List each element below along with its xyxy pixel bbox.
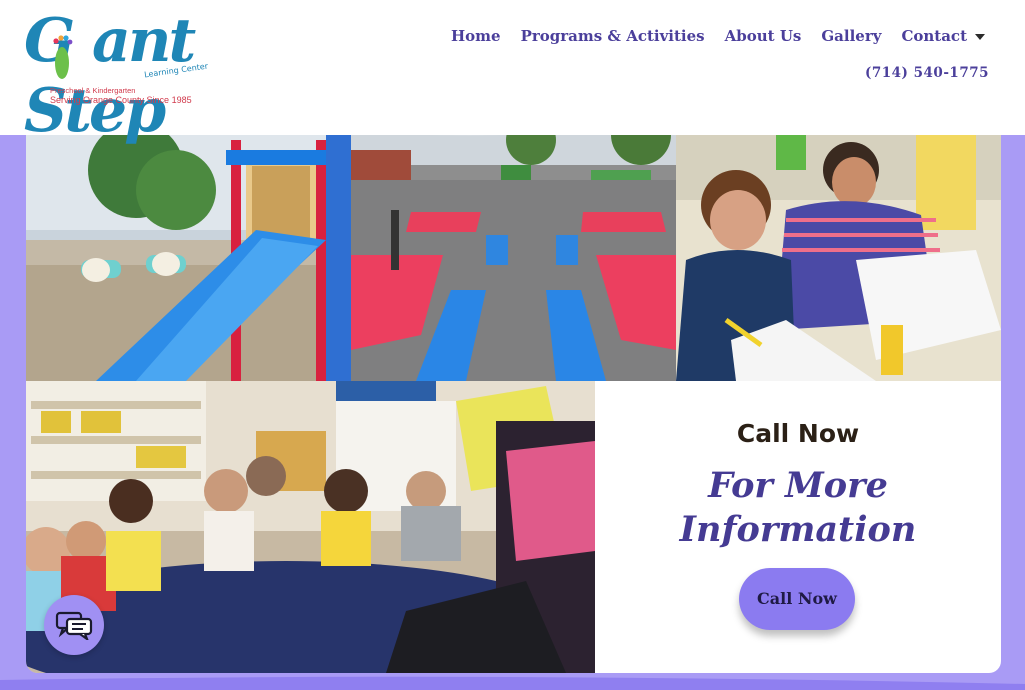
nav-contact[interactable]: Contact <box>901 27 985 45</box>
logo-subtitle-2: Serving Orange County Since 1985 <box>50 95 192 105</box>
nav-gallery[interactable]: Gallery <box>821 27 881 45</box>
chevron-down-icon[interactable] <box>975 34 985 40</box>
logo-subtitle: Preschool & Kindergarten <box>50 86 136 95</box>
cta-eyebrow: Call Now <box>736 419 860 448</box>
cta-heading-line-2: Information <box>679 509 917 550</box>
site-logo[interactable]: Giant Step Learning Center Preschool & K… <box>24 6 254 146</box>
chat-widget-button[interactable] <box>44 595 104 655</box>
nav-about-us[interactable]: About Us <box>725 27 802 45</box>
call-now-button[interactable]: Call Now <box>739 568 855 630</box>
footprint-icon <box>53 35 73 79</box>
nav-programs-activities[interactable]: Programs & Activities <box>521 27 705 45</box>
photo-story-time <box>26 381 595 673</box>
site-header: Giant Step Learning Center Preschool & K… <box>0 0 1025 146</box>
photo-teacher-child-writing <box>676 120 1001 381</box>
nav-home[interactable]: Home <box>451 27 501 45</box>
main-nav: Home Programs & Activities About Us Gall… <box>451 27 985 45</box>
nav-contact-label: Contact <box>901 27 967 45</box>
chat-bubbles-icon <box>55 611 93 640</box>
photo-playground-slide <box>26 120 351 381</box>
phone-number-link[interactable]: (714) 540-1775 <box>865 65 989 81</box>
photo-picnic-tables <box>351 120 676 381</box>
footer-wave <box>0 676 1025 690</box>
cta-card: Call Now For More Information Call Now <box>595 381 1001 673</box>
cta-heading-line-1: For More <box>708 465 888 506</box>
